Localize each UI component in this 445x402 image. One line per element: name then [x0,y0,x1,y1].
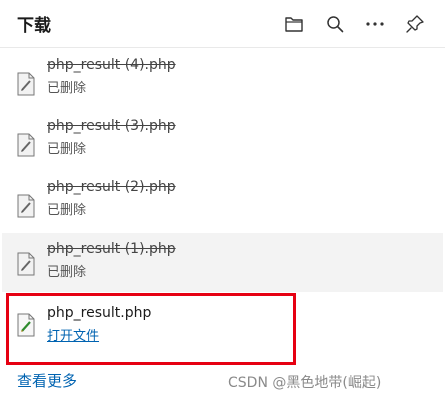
open-folder-button[interactable] [282,12,306,36]
download-filename: php_result (1).php [47,241,176,257]
php-file-icon [17,252,35,276]
download-status: 已删除 [47,142,87,157]
downloads-header: 下载 [0,0,445,48]
download-item[interactable]: php_result (2).php 已删除 [2,177,443,236]
download-filename: php_result (4).php [47,57,176,73]
search-icon [327,16,344,33]
download-filename: php_result (2).php [47,179,176,195]
pin-icon [406,15,424,33]
folder-icon [285,17,303,32]
php-file-icon [17,194,35,218]
panel-title: 下载 [17,16,51,36]
download-status: 已删除 [47,265,87,280]
download-item[interactable]: php_result (1).php 已删除 [2,233,443,292]
download-status: 已删除 [47,81,87,96]
search-button[interactable] [323,12,347,36]
download-item[interactable]: php_result.php 打开文件 [2,302,443,361]
download-filename: php_result.php [47,305,152,321]
download-item[interactable]: php_result (4).php 已删除 [2,55,443,114]
pin-button[interactable] [403,12,427,36]
download-item[interactable]: php_result (3).php 已删除 [2,116,443,175]
php-file-icon [17,72,35,96]
watermark-text: CSDN @黑色地带(崛起) [228,375,382,391]
php-file-icon [17,133,35,157]
php-file-icon [17,313,35,337]
more-icon [366,22,384,26]
more-options-button[interactable] [363,12,387,36]
download-status: 已删除 [47,203,87,218]
see-more-link[interactable]: 查看更多 [17,370,77,391]
open-file-link[interactable]: 打开文件 [47,325,99,344]
download-filename: php_result (3).php [47,118,176,134]
